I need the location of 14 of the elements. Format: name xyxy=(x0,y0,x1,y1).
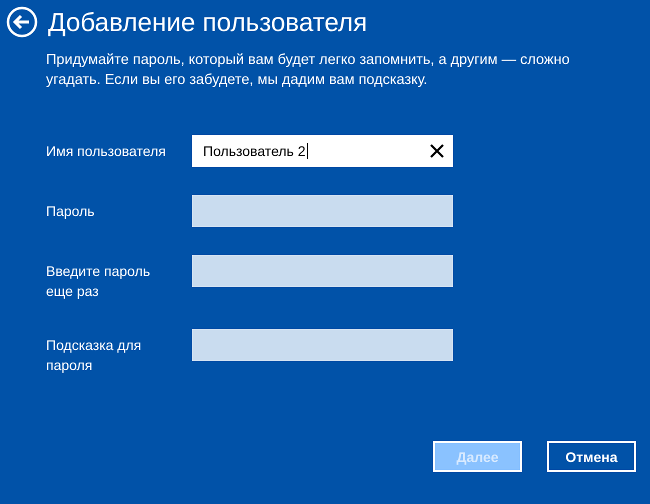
field-label: Введите пароль еще раз xyxy=(46,262,152,301)
back-button[interactable] xyxy=(6,6,38,38)
input-field[interactable] xyxy=(192,195,453,227)
input-field[interactable]: Пользователь 2 xyxy=(192,135,453,167)
clear-button[interactable] xyxy=(430,144,444,158)
input-field[interactable] xyxy=(192,255,453,287)
close-icon xyxy=(430,144,444,158)
field-label: Подсказка для пароля xyxy=(46,336,142,375)
cancel-button[interactable]: Отмена xyxy=(547,441,636,472)
description-text: Придумайте пароль, который вам будет легко запомнить, а другим — сложно угадать. Если вы его забудете, мы дадим вам подсказку. xyxy=(46,51,571,90)
field-label: Пароль xyxy=(46,202,96,221)
page-title: Добавление пользователя xyxy=(48,6,368,38)
input-field[interactable] xyxy=(192,329,453,361)
field-label: Имя пользователя xyxy=(46,142,167,161)
